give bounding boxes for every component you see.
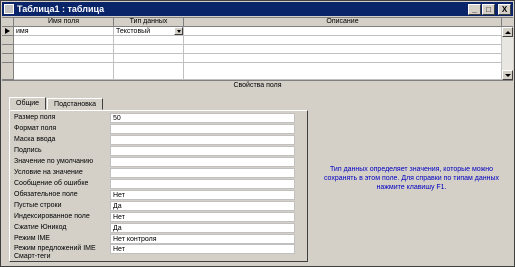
property-label: Размер поля: [14, 114, 56, 121]
row-selector[interactable]: [2, 45, 14, 54]
maximize-button[interactable]: □: [482, 3, 495, 15]
property-value[interactable]: Да: [110, 201, 295, 211]
property-row: Подпись: [14, 146, 295, 157]
data-type-cell[interactable]: [114, 54, 184, 63]
table-row[interactable]: [2, 54, 502, 63]
column-header-description[interactable]: Описание: [184, 18, 502, 27]
description-cell[interactable]: [184, 54, 502, 63]
window-title: Таблица1 : таблица: [17, 4, 105, 14]
property-label: Индексированное поле: [14, 213, 90, 220]
scroll-down-icon[interactable]: [502, 70, 513, 80]
table-design-window: Таблица1 : таблица _ □ X Имя поля Тип да…: [0, 0, 515, 267]
grid-header: Имя поля Тип данных Описание: [2, 18, 513, 27]
description-cell[interactable]: [184, 27, 502, 36]
property-row: Размер поля 50: [14, 113, 295, 124]
property-label: Значение по умолчанию: [14, 158, 94, 165]
property-value[interactable]: [110, 135, 295, 145]
minimize-button[interactable]: _: [468, 3, 481, 15]
property-row: Сообщение об ошибке: [14, 179, 295, 190]
property-value[interactable]: 50: [110, 113, 295, 123]
property-row: Обязательное поле Нет: [14, 190, 295, 201]
property-label: Подпись: [14, 147, 42, 154]
description-cell[interactable]: [184, 63, 502, 80]
data-type-cell[interactable]: [114, 45, 184, 54]
general-properties-panel: Размер поля 50 Формат поля Маска ввода По…: [9, 110, 308, 262]
property-label: Сжатие Юникод: [14, 224, 67, 231]
property-row: Сжатие Юникод Да: [14, 223, 295, 234]
data-type-value: Текстовый: [116, 28, 151, 35]
property-help-text: Тип данных определяет значения, которые …: [323, 166, 500, 191]
property-row: Формат поля: [14, 124, 295, 135]
table-icon: [4, 4, 14, 14]
data-type-cell[interactable]: Текстовый: [114, 27, 184, 36]
column-header-data-type[interactable]: Тип данных: [114, 18, 184, 27]
row-selector[interactable]: [2, 36, 14, 45]
property-row: Условие на значение: [14, 168, 295, 179]
property-label: Формат поля: [14, 125, 57, 132]
property-label: Условие на значение: [14, 169, 83, 176]
description-cell[interactable]: [184, 36, 502, 45]
row-selector[interactable]: [2, 27, 14, 36]
property-value[interactable]: [110, 124, 295, 134]
data-type-cell[interactable]: [114, 36, 184, 45]
dropdown-arrow-icon[interactable]: [174, 27, 183, 35]
table-row[interactable]: [2, 63, 502, 80]
property-label: Обязательное поле: [14, 191, 78, 198]
property-label: Пустые строки: [14, 202, 62, 209]
tab-lookup[interactable]: Подстановка: [47, 98, 103, 110]
column-header-field-name[interactable]: Имя поля: [14, 18, 114, 27]
property-label: Смарт-теги: [14, 253, 51, 260]
field-name-cell[interactable]: [14, 45, 114, 54]
field-name-cell[interactable]: [14, 36, 114, 45]
property-row: Значение по умолчанию: [14, 157, 295, 168]
property-value[interactable]: [110, 168, 295, 178]
property-value[interactable]: [110, 157, 295, 167]
property-row: Смарт-теги: [14, 252, 295, 263]
current-row-icon: [5, 28, 10, 34]
field-grid: Имя поля Тип данных Описание имя Текстов…: [2, 17, 513, 80]
field-name-cell[interactable]: [14, 54, 114, 63]
property-row: Маска ввода: [14, 135, 295, 146]
title-bar[interactable]: Таблица1 : таблица _ □ X: [2, 2, 513, 16]
field-name-cell[interactable]: [14, 63, 114, 80]
tab-general[interactable]: Общие: [9, 97, 47, 110]
property-value[interactable]: Да: [110, 223, 295, 233]
row-selector[interactable]: [2, 54, 14, 63]
scroll-up-icon[interactable]: [502, 27, 513, 37]
data-type-cell[interactable]: [114, 63, 184, 80]
table-row[interactable]: имя Текстовый: [2, 27, 502, 36]
property-value[interactable]: Нет: [110, 190, 295, 200]
property-value[interactable]: Нет: [110, 212, 295, 222]
property-value[interactable]: [110, 179, 295, 189]
description-cell[interactable]: [184, 45, 502, 54]
property-label: Сообщение об ошибке: [14, 180, 89, 187]
field-properties-label: Свойства поля: [2, 80, 513, 90]
header-selector[interactable]: [2, 18, 14, 27]
property-value[interactable]: Нет контроля: [110, 234, 295, 244]
close-button[interactable]: X: [498, 3, 511, 15]
property-label: Маска ввода: [14, 136, 56, 143]
property-row: Индексированное поле Нет: [14, 212, 295, 223]
properties-tabs: Общие Подстановка: [9, 97, 104, 110]
property-value[interactable]: [110, 146, 295, 156]
header-corner: [502, 18, 513, 27]
field-name-cell[interactable]: имя: [14, 27, 114, 36]
row-selector[interactable]: [2, 63, 14, 80]
grid-vertical-scrollbar[interactable]: [501, 27, 513, 80]
property-row: Пустые строки Да: [14, 201, 295, 212]
table-row[interactable]: [2, 36, 502, 45]
table-row[interactable]: [2, 45, 502, 54]
